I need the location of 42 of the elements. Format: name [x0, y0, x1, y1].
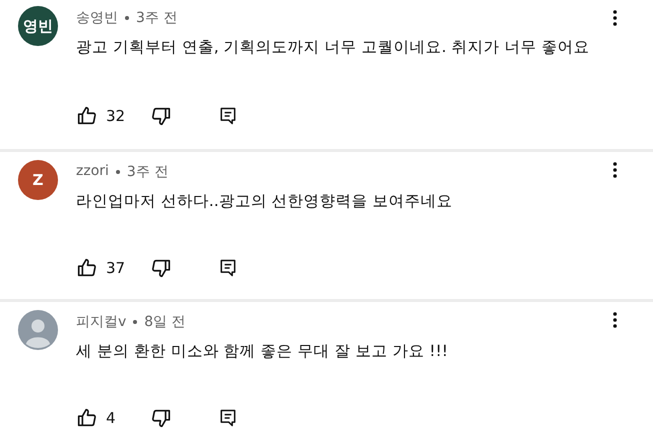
avatar[interactable]: 영빈 [18, 6, 58, 46]
comment-author[interactable]: 송영빈 [76, 9, 118, 27]
more-button[interactable] [613, 312, 617, 328]
thumbs-down-icon [150, 105, 172, 127]
more-icon [613, 162, 617, 178]
separator-dot [125, 16, 129, 20]
reply-button[interactable] [218, 106, 238, 126]
comment-text: 세 분의 환한 미소와 함께 좋은 무대 잘 보고 가요 !!! [76, 341, 449, 362]
comment-time: 3주 전 [136, 9, 178, 27]
avatar-icon[interactable] [18, 310, 58, 350]
thumbs-up-icon [76, 257, 98, 279]
more-button[interactable] [613, 10, 617, 26]
comment-icon [218, 408, 238, 428]
more-icon [613, 10, 617, 26]
like-count: 37 [106, 259, 126, 277]
like-count: 32 [106, 107, 126, 125]
comment-time: 8일 전 [144, 313, 186, 331]
separator-dot [133, 320, 138, 324]
comment-author[interactable]: zzori [76, 163, 109, 181]
like-count: 4 [106, 409, 117, 427]
comment-author[interactable]: 피지컬v [76, 313, 126, 331]
dislike-button[interactable] [150, 407, 172, 429]
reply-button[interactable] [218, 258, 238, 278]
reply-button[interactable] [218, 408, 238, 428]
dislike-button[interactable] [150, 105, 172, 127]
comment-icon [218, 258, 238, 278]
separator-dot [116, 170, 120, 174]
avatar[interactable]: Z [18, 160, 58, 200]
like-button[interactable] [76, 257, 98, 279]
thumbs-down-icon [150, 407, 172, 429]
comment-text: 광고 기획부터 연출, 기획의도까지 너무 고퀄이네요. 취지가 너무 좋어요 [76, 37, 590, 58]
thumbs-down-icon [150, 257, 172, 279]
comment-time: 3주 전 [126, 163, 168, 181]
thumbs-up-icon [76, 105, 98, 127]
more-button[interactable] [613, 162, 617, 178]
like-button[interactable] [76, 105, 98, 127]
thumbs-up-icon [76, 407, 98, 429]
comment-text: 라인업마저 선하다..광고의 선한영향력을 보여주네요 [76, 191, 454, 212]
comment-icon [218, 106, 238, 126]
like-button[interactable] [76, 407, 98, 429]
dislike-button[interactable] [150, 257, 172, 279]
more-icon [613, 312, 617, 328]
